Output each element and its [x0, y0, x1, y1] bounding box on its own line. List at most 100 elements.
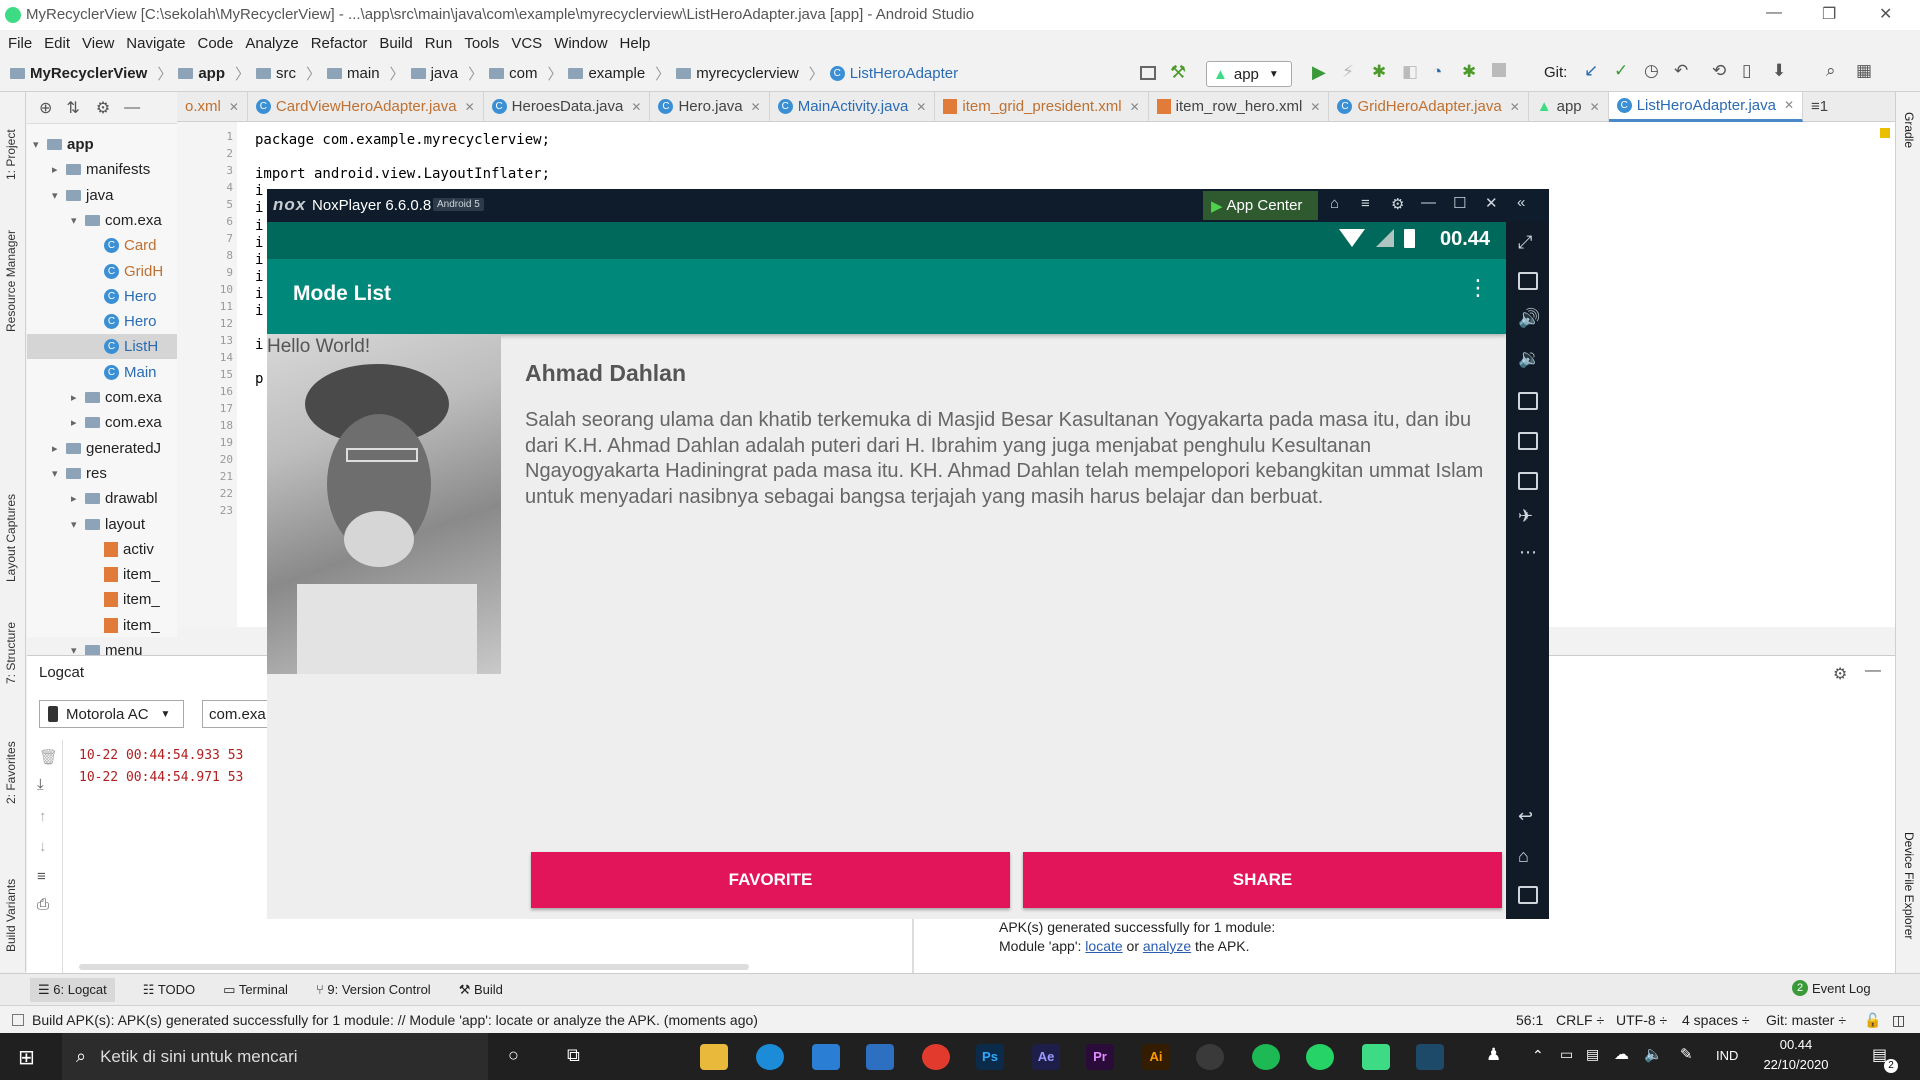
git-branch[interactable]: Git: master ÷ [1766, 1012, 1846, 1028]
breadcrumb-example[interactable]: example [568, 65, 645, 82]
build-tab[interactable]: ⚒ Build [459, 982, 503, 998]
tab-hero[interactable]: C Hero.java ✕ [650, 91, 770, 122]
tab-app[interactable]: ▲ app ✕ [1529, 91, 1609, 122]
tree-item[interactable]: C Main [27, 360, 177, 385]
whatsapp-icon[interactable] [1306, 1044, 1334, 1070]
scroll-to-end-icon[interactable]: ⤓ [37, 776, 44, 793]
close-tab-icon[interactable]: ✕ [916, 100, 926, 114]
toggle-tool-windows-icon[interactable] [12, 1013, 24, 1026]
tree-item[interactable]: ▾ com.exa [27, 208, 177, 233]
home-shortcut-icon[interactable]: ⌂ [1330, 195, 1339, 212]
photoshop-icon[interactable]: Ps [976, 1044, 1004, 1070]
battery-tray-icon[interactable]: ▭ [1560, 1046, 1573, 1063]
tab-item-xml[interactable]: o.xml ✕ [177, 91, 248, 122]
build-variants-tab[interactable]: Build Variants [4, 879, 18, 952]
chevron-down-icon[interactable]: ▾ [52, 189, 66, 202]
chevron-down-icon[interactable]: ▾ [71, 518, 85, 531]
illustrator-icon[interactable]: Ai [1142, 1044, 1170, 1070]
close-tab-icon[interactable]: ✕ [465, 100, 475, 114]
profile-icon[interactable]: ◔ [1432, 62, 1442, 82]
back-icon[interactable]: ↩ [1518, 806, 1533, 827]
tree-item[interactable]: item_ [27, 613, 177, 638]
caret-position[interactable]: 56:1 [1516, 1012, 1543, 1028]
task-view-icon[interactable]: ⧉ [567, 1045, 580, 1066]
attach-debugger-icon[interactable]: ✱ [1462, 62, 1476, 82]
tab-item-row-hero[interactable]: item_row_hero.xml ✕ [1149, 91, 1330, 122]
logcat-tab[interactable]: ☰ 6: Logcat [30, 977, 115, 1002]
indent-setting[interactable]: 4 spaces ÷ [1682, 1012, 1750, 1028]
gradle-sync-icon[interactable]: ⟲ [1712, 61, 1726, 81]
windows-start-icon[interactable]: ⊞ [18, 1045, 35, 1070]
tab-cardviewheroadapter[interactable]: C CardViewHeroAdapter.java ✕ [248, 91, 484, 122]
print-icon[interactable]: ⎙ [37, 896, 49, 913]
minimize-icon[interactable]: — [1421, 194, 1436, 211]
minimize-button[interactable]: — [1766, 4, 1782, 22]
home-icon[interactable]: ⌂ [1518, 846, 1529, 867]
horizontal-scrollbar[interactable] [79, 964, 749, 970]
version-control-tab[interactable]: ⑂ 9: Version Control [316, 982, 431, 997]
close-tab-icon[interactable]: ✕ [229, 100, 239, 114]
settings-icon[interactable]: ⚙ [1391, 195, 1404, 213]
screen-record-icon[interactable] [1518, 392, 1538, 410]
menu-run[interactable]: Run [425, 35, 453, 52]
mail-icon[interactable] [866, 1044, 894, 1070]
tab-gridheroadapter[interactable]: C GridHeroAdapter.java ✕ [1329, 91, 1529, 122]
run-icon[interactable]: ▶ [1312, 62, 1326, 83]
project-structure-icon[interactable]: ▦ [1856, 61, 1872, 81]
apk-install-icon[interactable] [1518, 432, 1538, 450]
tab-mainactivity[interactable]: C MainActivity.java ✕ [770, 91, 936, 122]
chevron-right-icon[interactable]: ▸ [71, 391, 85, 404]
chevron-down-icon[interactable]: ▾ [71, 214, 85, 227]
memory-indicator-icon[interactable]: ◫ [1892, 1012, 1905, 1029]
tree-item[interactable]: activ [27, 537, 177, 562]
line-separator[interactable]: CRLF ÷ [1556, 1012, 1604, 1028]
tabs-overflow-button[interactable]: ≡1 [1803, 92, 1836, 122]
locate-link[interactable]: locate [1085, 938, 1122, 954]
chevron-right-icon[interactable]: ▸ [71, 416, 85, 429]
device-file-explorer-tab[interactable]: Device File Explorer [1902, 832, 1916, 939]
menu-window[interactable]: Window [554, 35, 607, 52]
lock-icon[interactable]: 🔓 [1864, 1012, 1881, 1029]
taskbar-time[interactable]: 00.44 [1766, 1037, 1826, 1052]
git-rollback-icon[interactable]: ↶ [1674, 61, 1688, 81]
maximize-icon[interactable]: ☐ [1453, 194, 1466, 212]
tree-item[interactable]: C Hero [27, 309, 177, 334]
nox-icon[interactable] [1416, 1044, 1444, 1070]
menu-vcs[interactable]: VCS [511, 35, 542, 52]
close-tab-icon[interactable]: ✕ [1590, 100, 1600, 114]
gradle-tab[interactable]: Gradle [1902, 112, 1916, 148]
git-commit-icon[interactable]: ✓ [1614, 61, 1628, 81]
multi-instance-icon[interactable] [1518, 472, 1538, 490]
close-icon[interactable]: ✕ [1485, 194, 1498, 212]
hide-panel-icon[interactable]: — [124, 99, 140, 117]
sdk-manager-icon[interactable]: ⬇ [1772, 61, 1786, 81]
tab-heroesdata[interactable]: C HeroesData.java ✕ [484, 91, 651, 122]
breadcrumb-main[interactable]: main [327, 65, 380, 82]
close-tab-icon[interactable]: ✕ [751, 100, 761, 114]
close-tab-icon[interactable]: ✕ [1310, 100, 1320, 114]
tab-item-grid-president[interactable]: item_grid_president.xml ✕ [935, 91, 1149, 122]
layout-captures-tab[interactable]: Layout Captures [4, 494, 18, 582]
file-encoding[interactable]: UTF-8 ÷ [1616, 1012, 1667, 1028]
trash-icon[interactable]: 🗑 [39, 748, 58, 766]
close-tab-icon[interactable]: ✕ [1510, 100, 1520, 114]
tree-item[interactable]: C ListH [27, 334, 177, 360]
menu-code[interactable]: Code [197, 35, 233, 52]
breadcrumb-java[interactable]: java [410, 65, 458, 82]
chevron-right-icon[interactable]: ▸ [52, 442, 66, 455]
locate-icon[interactable]: ⊕ [39, 98, 52, 118]
soft-wrap-icon[interactable]: ≡ [37, 868, 46, 885]
hide-panel-icon[interactable]: — [1865, 662, 1881, 680]
premiere-icon[interactable]: Pr [1086, 1044, 1114, 1070]
breadcrumb-project[interactable]: MyRecyclerView [10, 65, 147, 82]
tree-item[interactable]: ▸ com.exa [27, 410, 177, 435]
coverage-icon[interactable]: ◧ [1402, 62, 1418, 82]
tray-chevron-icon[interactable]: ⌃ [1532, 1047, 1544, 1064]
menu-view[interactable]: View [82, 35, 114, 52]
close-tab-icon[interactable]: ✕ [1784, 98, 1794, 112]
spotify-icon[interactable] [1252, 1044, 1280, 1070]
file-explorer-icon[interactable] [700, 1044, 728, 1070]
debug-icon[interactable]: ✱ [1372, 62, 1386, 82]
chevron-down-icon[interactable]: ▾ [52, 467, 66, 480]
rocket-icon[interactable]: ✈ [1518, 506, 1533, 527]
